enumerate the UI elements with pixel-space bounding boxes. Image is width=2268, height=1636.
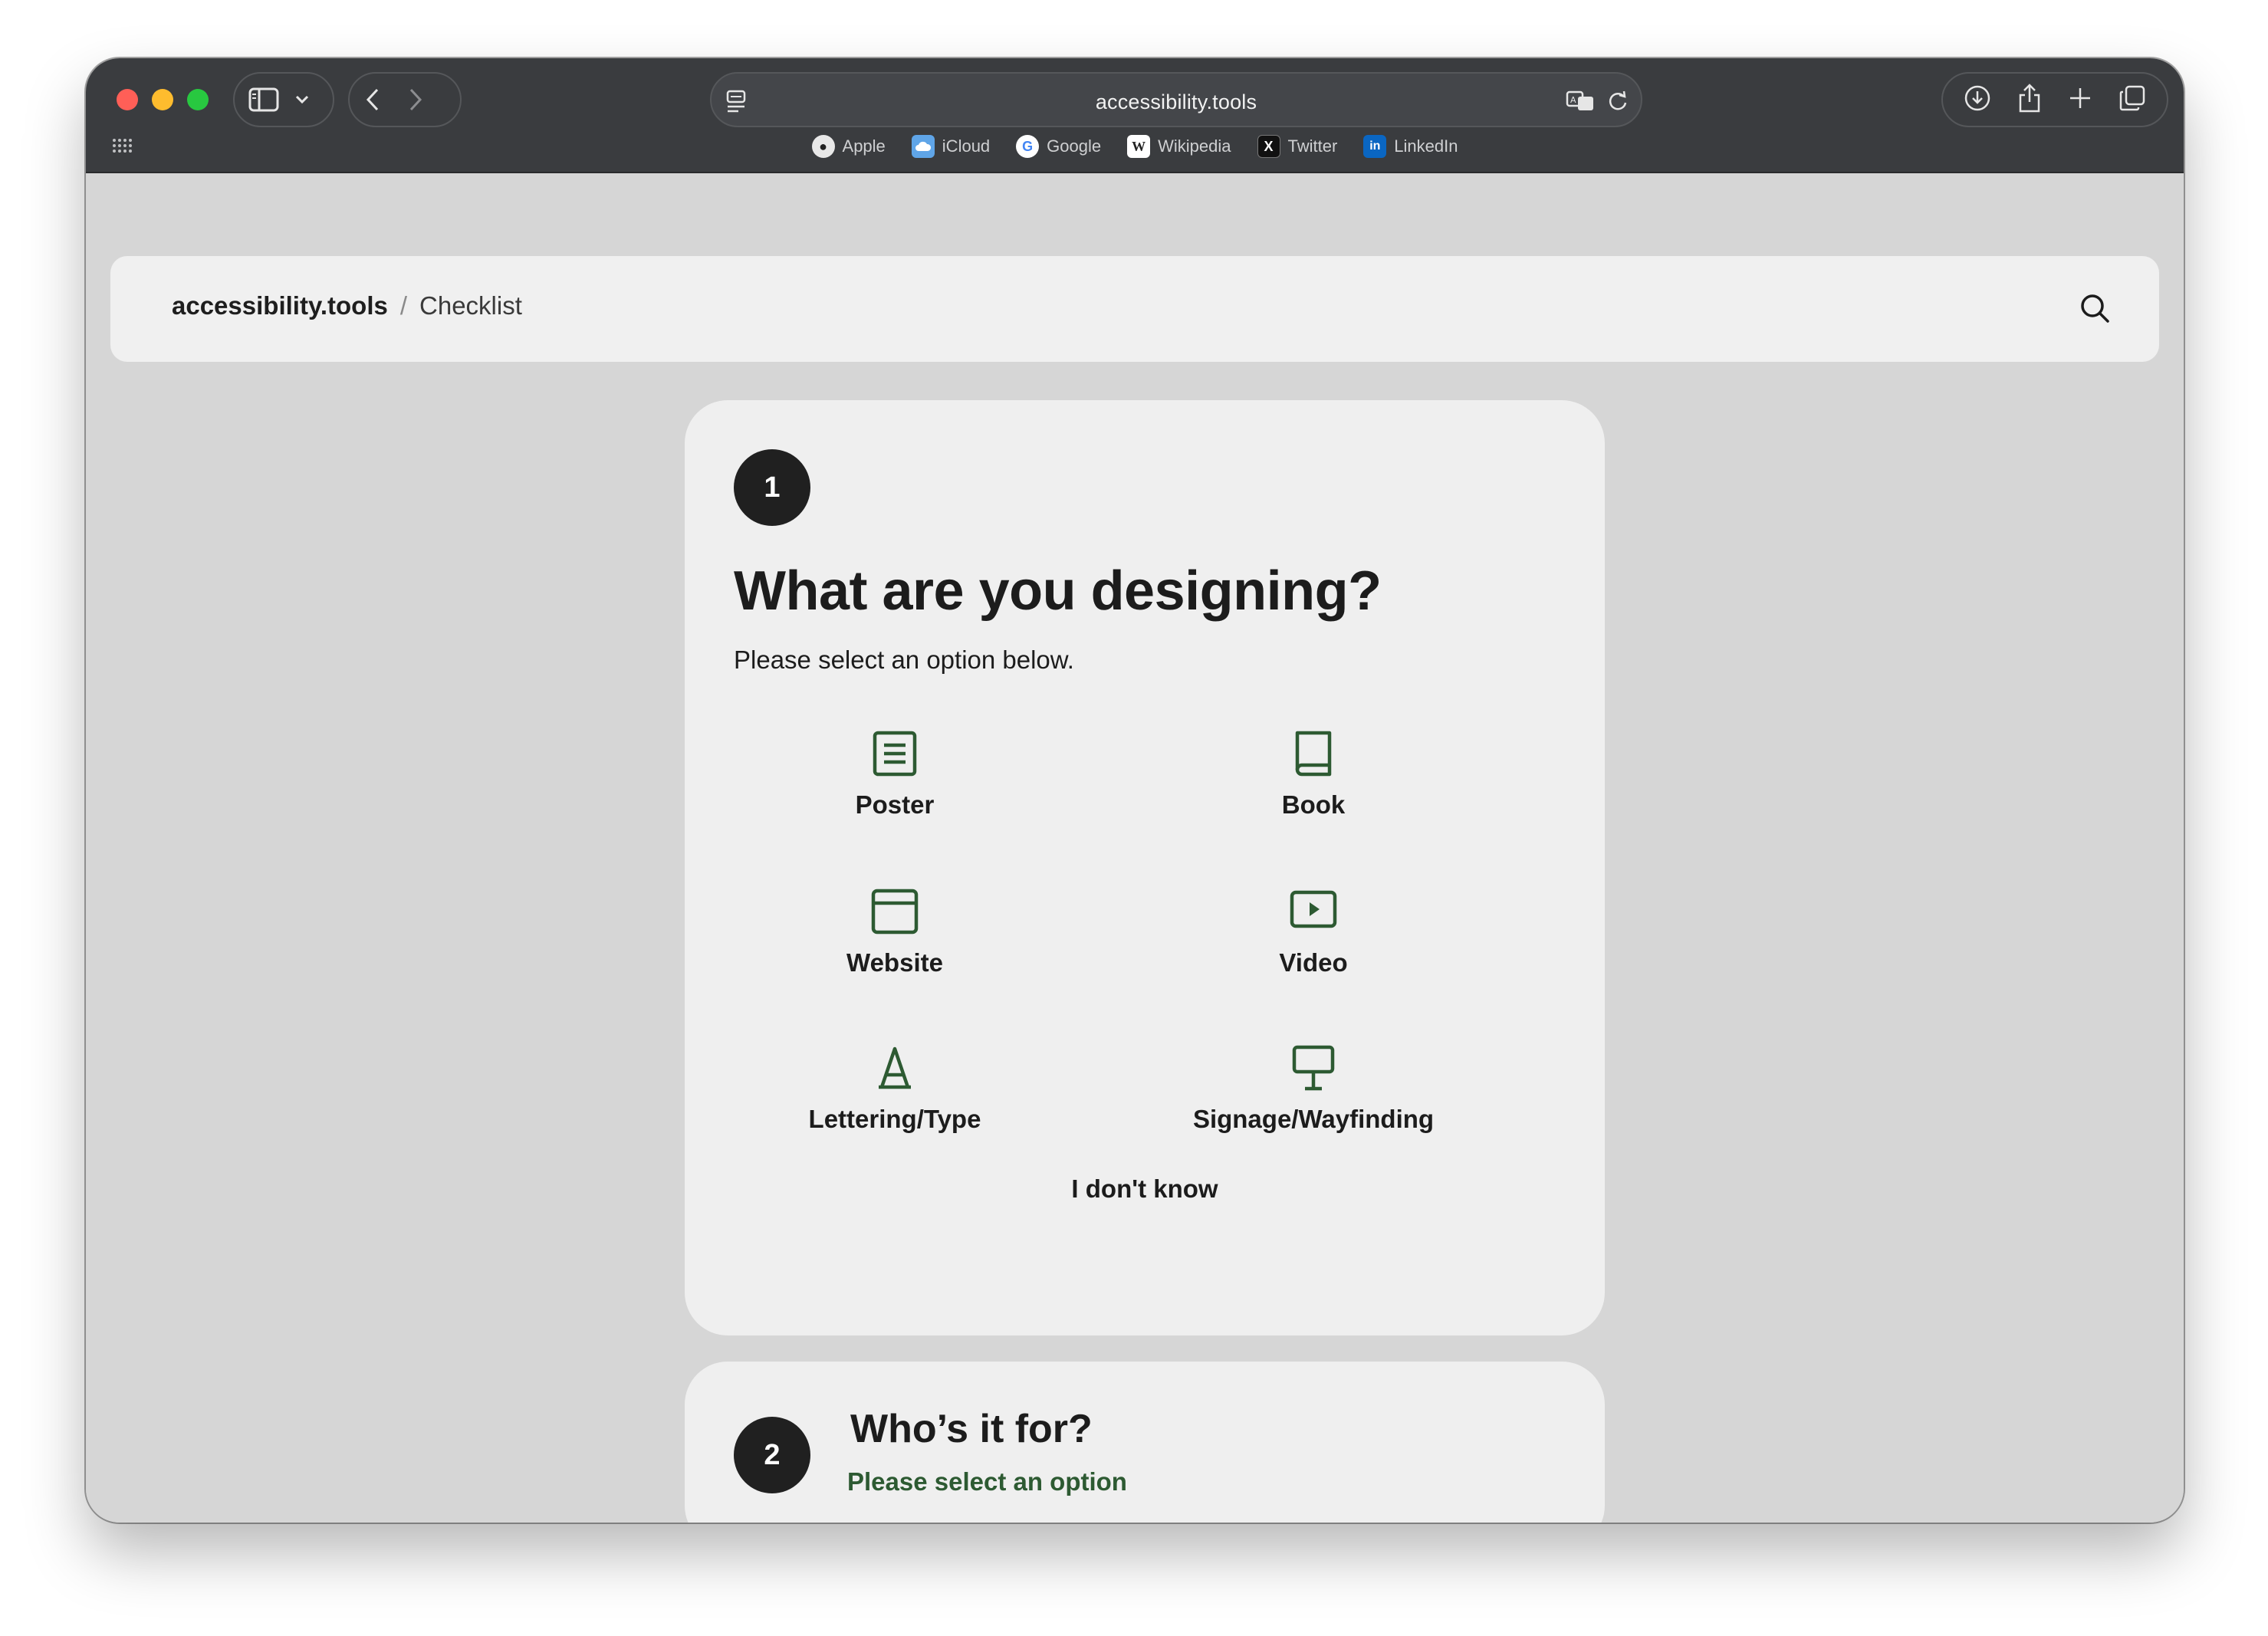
favorite-apple[interactable]: ● Apple xyxy=(811,135,886,158)
option-label: Website xyxy=(846,948,943,977)
step-1-card: 1 What are you designing? Please select … xyxy=(685,400,1605,1335)
option-signage-wayfinding[interactable]: Signage/Wayfinding xyxy=(1152,1044,1474,1159)
downloads-icon[interactable] xyxy=(1964,84,1991,116)
option-label: Poster xyxy=(855,790,935,819)
favorites-bar: ● Apple iCloud G Google W Wikipedia X Tw… xyxy=(86,135,2184,158)
breadcrumb-separator: / xyxy=(399,291,408,320)
favorite-label: iCloud xyxy=(942,136,991,156)
breadcrumb-home-link[interactable]: accessibility.tools xyxy=(172,291,388,320)
step-2-title: Who’s it for? xyxy=(850,1407,1093,1451)
twitter-x-icon: X xyxy=(1257,135,1280,158)
zoom-window-button[interactable] xyxy=(187,89,209,110)
minimize-window-button[interactable] xyxy=(152,89,173,110)
address-bar[interactable]: accessibility.tools A xyxy=(710,72,1642,127)
close-window-button[interactable] xyxy=(117,89,138,110)
lettering-icon xyxy=(871,1044,919,1105)
option-lettering-type[interactable]: Lettering/Type xyxy=(734,1044,1056,1159)
step-1-title: What are you designing? xyxy=(734,560,1382,622)
breadcrumb-current: Checklist xyxy=(419,291,522,320)
navigation-group xyxy=(348,72,462,127)
step-2-subtitle: Please select an option xyxy=(847,1467,1127,1496)
tab-overview-icon[interactable] xyxy=(2118,84,2146,116)
option-book[interactable]: Book xyxy=(1152,730,1474,845)
sidebar-icon[interactable] xyxy=(248,87,279,112)
option-video[interactable]: Video xyxy=(1152,888,1474,1003)
option-label: Lettering/Type xyxy=(808,1105,981,1133)
favorite-label: Wikipedia xyxy=(1158,136,1231,156)
website-icon xyxy=(870,888,919,948)
book-icon xyxy=(1290,730,1337,790)
forward-arrow-icon[interactable] xyxy=(408,87,423,112)
favorite-google[interactable]: G Google xyxy=(1016,135,1101,158)
browser-window: accessibility.tools A ● Apple iCloud G G… xyxy=(86,58,2184,1523)
option-poster[interactable]: Poster xyxy=(734,730,1056,845)
breadcrumb: accessibility.tools / Checklist xyxy=(172,291,522,320)
linkedin-icon: in xyxy=(1363,135,1387,158)
dont-know-button[interactable]: I don't know xyxy=(685,1174,1605,1204)
search-icon[interactable] xyxy=(2078,291,2112,329)
video-icon xyxy=(1289,888,1338,948)
sidebar-toggle-group xyxy=(233,72,334,127)
chevron-down-icon[interactable] xyxy=(294,94,310,105)
step-1-subtitle: Please select an option below. xyxy=(734,646,1074,674)
signage-icon xyxy=(1290,1044,1337,1105)
favorite-label: Google xyxy=(1047,136,1102,156)
option-website[interactable]: Website xyxy=(734,888,1056,1003)
back-arrow-icon[interactable] xyxy=(365,87,380,112)
favorite-icloud[interactable]: iCloud xyxy=(911,135,991,158)
step-2-card[interactable]: 2 Who’s it for? Please select an option xyxy=(685,1362,1605,1523)
url-text[interactable]: accessibility.tools xyxy=(712,90,1641,114)
icloud-icon xyxy=(911,135,935,158)
step-number-badge: 1 xyxy=(734,449,810,526)
option-label: Video xyxy=(1279,948,1348,977)
favorite-twitter[interactable]: X Twitter xyxy=(1257,135,1338,158)
google-icon: G xyxy=(1016,135,1040,158)
new-tab-plus-icon[interactable] xyxy=(2068,86,2092,114)
svg-text:A: A xyxy=(1570,95,1576,105)
favorite-label: LinkedIn xyxy=(1394,136,1458,156)
toolbar-actions xyxy=(1941,72,2168,127)
reload-icon[interactable] xyxy=(1607,89,1629,117)
browser-toolbar: accessibility.tools A ● Apple iCloud G G… xyxy=(86,58,2184,173)
page-content: accessibility.tools / Checklist 1 What a… xyxy=(86,173,2184,1523)
site-header: accessibility.tools / Checklist xyxy=(110,256,2159,362)
favorite-wikipedia[interactable]: W Wikipedia xyxy=(1127,135,1231,158)
favorite-label: Twitter xyxy=(1287,136,1338,156)
wikipedia-icon: W xyxy=(1127,135,1151,158)
poster-icon xyxy=(871,730,919,790)
option-label: Signage/Wayfinding xyxy=(1192,1105,1435,1133)
favorite-linkedin[interactable]: in LinkedIn xyxy=(1363,135,1458,158)
favorite-label: Apple xyxy=(842,136,886,156)
step-number-badge: 2 xyxy=(734,1417,810,1493)
translate-icon[interactable]: A xyxy=(1566,89,1596,117)
share-icon[interactable] xyxy=(2017,83,2042,117)
option-label: Book xyxy=(1281,790,1346,819)
apple-icon: ● xyxy=(811,135,835,158)
